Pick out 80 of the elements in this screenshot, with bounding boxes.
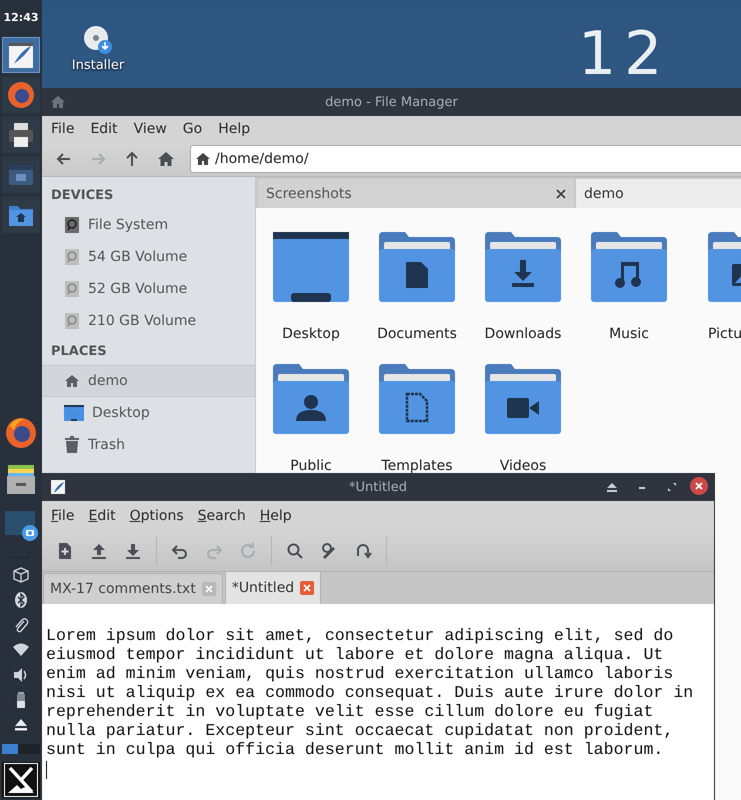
sidebar-heading: PLACES [50, 343, 108, 361]
editor-text: Lorem ipsum dolor sit amet, consectetur adipiscing elit, sed do eiusmod tempor incididunt ut labore et dolore magna aliqua. Ut enim ad minim veniam, quis nostrud exercitation ullamco laboris nisi ut aliquip ex ea commodo consequat. Duis aute irure dolor in reprehenderit in voluptate velit esse cillum dolore eu fugiat nulla pariatur. Excepteur sint occaecat cupidatat non proident, sunt in culpa qui officia deserunt mollit anim id est laborum. [46, 626, 694, 759]
upload-icon [90, 542, 108, 560]
tab[interactable]: *Untitled [224, 571, 322, 604]
tab[interactable]: MX-17 comments.txt [43, 573, 223, 604]
close-icon[interactable] [556, 188, 566, 198]
video-folder-icon[interactable] [485, 364, 561, 434]
curved-arrow-icon [354, 542, 372, 560]
folder-label[interactable]: Documents [377, 326, 457, 342]
workspace-pager[interactable] [2, 744, 40, 754]
tab[interactable]: demo [576, 179, 741, 208]
reload-icon [239, 542, 257, 560]
desktop-icon-label[interactable]: Installer [72, 58, 124, 73]
folder-label[interactable]: Desktop [282, 326, 340, 342]
document-folder-icon[interactable] [379, 232, 455, 302]
globe-fox-icon [6, 80, 36, 110]
folder-label[interactable]: Templates [381, 458, 453, 474]
menu-item[interactable]: Help [254, 508, 297, 524]
mx-logo-icon[interactable] [2, 762, 40, 798]
download-folder-icon[interactable] [485, 232, 561, 302]
sidebar-item[interactable]: 54 GB Volume [42, 241, 255, 273]
launcher-button[interactable] [2, 117, 40, 153]
person-folder-icon[interactable] [273, 364, 349, 434]
launcher-button[interactable] [2, 197, 40, 233]
sidebar-item[interactable]: demo [42, 365, 255, 397]
home-icon [50, 94, 66, 110]
bluetooth-icon[interactable] [12, 591, 30, 609]
menu-item[interactable]: Options [124, 508, 189, 524]
close-button[interactable] [690, 477, 708, 495]
folder-label[interactable]: Music [609, 326, 649, 342]
download-icon [124, 542, 142, 560]
home-icon [157, 150, 175, 168]
printer-icon [6, 120, 36, 150]
home-icon [195, 151, 211, 167]
menu-item[interactable]: View [128, 121, 172, 137]
menu-item[interactable]: Help [213, 121, 256, 137]
box-icon[interactable] [12, 566, 30, 584]
screenshot-icon [3, 508, 39, 542]
sidebar-item[interactable]: Trash [42, 429, 255, 461]
notepad-icon [50, 479, 66, 495]
menu-item[interactable]: File [46, 121, 80, 137]
window-title: demo - File Manager [325, 94, 458, 110]
menu-item[interactable]: Go [178, 121, 208, 137]
sidebar-item[interactable]: 52 GB Volume [42, 273, 255, 305]
sidebar-item[interactable]: File System [42, 209, 255, 241]
home-icon [64, 373, 80, 389]
menu-item[interactable]: Search [192, 508, 251, 524]
notepad-icon [6, 40, 36, 70]
desktop-clock: 12 [578, 24, 670, 84]
globe-fox-icon [4, 416, 38, 450]
trash-icon [64, 436, 80, 454]
menu-item[interactable]: File [46, 508, 80, 524]
close-icon [693, 480, 705, 492]
file-cabinet-icon [4, 462, 38, 496]
window-title: *Untitled [349, 480, 407, 494]
menu-item[interactable]: Edit [85, 121, 123, 137]
sidebar-item[interactable]: Desktop [42, 397, 255, 429]
sidebar-heading: DEVICES [50, 187, 114, 205]
launcher-button[interactable] [2, 37, 40, 73]
music-folder-icon[interactable] [591, 232, 667, 302]
maximize-icon [666, 481, 678, 493]
address-field[interactable]: /home/demo/ [190, 145, 741, 173]
new-file-icon [56, 542, 74, 560]
eject-icon [606, 481, 618, 493]
folder-label[interactable]: Public [290, 458, 332, 474]
sidebar-item[interactable]: 210 GB Volume [42, 305, 255, 337]
disc-icon[interactable] [82, 24, 114, 56]
desktop-icon [64, 404, 84, 422]
template-folder-icon[interactable] [379, 364, 455, 434]
clock: 12:43 [3, 11, 38, 25]
tab[interactable]: Screenshots [258, 179, 574, 208]
desktop-folder-icon[interactable] [273, 232, 349, 302]
close-icon[interactable] [300, 581, 314, 595]
menu-item[interactable]: Edit [83, 508, 121, 524]
folder-label[interactable]: Videos [500, 458, 546, 474]
edit-icon [320, 542, 338, 560]
search-icon [286, 542, 304, 560]
folder-label[interactable]: Downloads [484, 326, 562, 342]
folder-label[interactable]: Pictu [708, 326, 741, 342]
text-cursor [46, 761, 47, 779]
